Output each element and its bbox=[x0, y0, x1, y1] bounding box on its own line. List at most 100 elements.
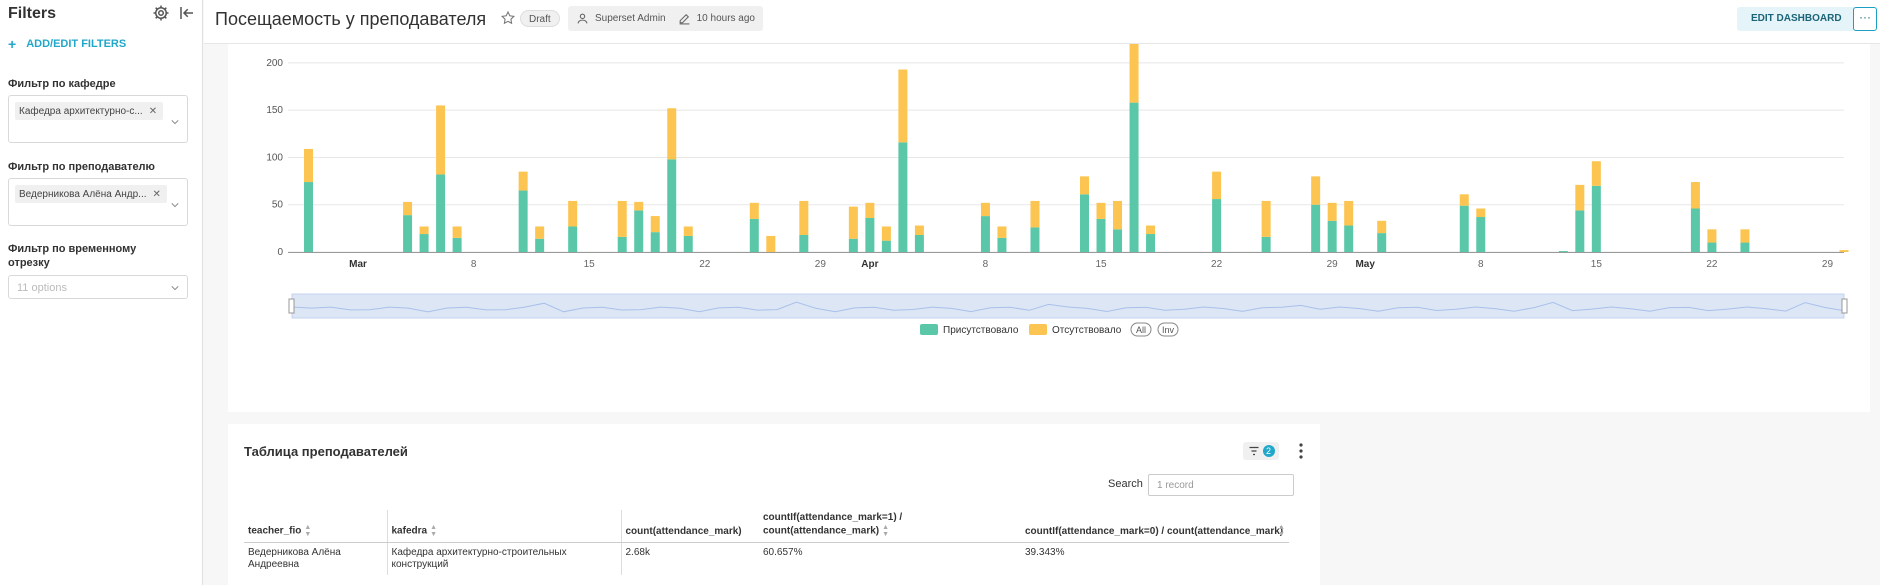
applied-filters-indicator[interactable]: 2 bbox=[1243, 442, 1279, 460]
bar-present bbox=[667, 159, 677, 252]
bar-present bbox=[1377, 233, 1387, 252]
x-tick-label: 29 bbox=[815, 259, 827, 270]
chevron-down-icon bbox=[171, 203, 179, 208]
zoom-handle-right bbox=[1841, 298, 1848, 314]
add-edit-filters-button[interactable]: + ADD/EDIT FILTERS bbox=[8, 36, 126, 52]
more-options-button[interactable]: ··· bbox=[1853, 7, 1877, 31]
x-tick-label: 22 bbox=[699, 259, 711, 270]
x-tick-label: 15 bbox=[1591, 259, 1603, 270]
bar-present bbox=[1261, 236, 1271, 252]
bar-absent bbox=[1261, 200, 1271, 237]
x-tick-label: 15 bbox=[1095, 259, 1107, 270]
sort-icon[interactable]: ▲ ▼ bbox=[304, 524, 311, 538]
filter-period-select[interactable]: 11 options bbox=[8, 275, 188, 299]
x-tick-label: 29 bbox=[1822, 259, 1834, 270]
bar-absent bbox=[650, 216, 660, 233]
search-input[interactable] bbox=[1148, 474, 1294, 496]
sort-icon[interactable]: ▲ ▼ bbox=[430, 524, 437, 538]
x-tick-label: Mar bbox=[349, 259, 367, 270]
x-tick-label: May bbox=[1355, 259, 1375, 270]
data-table: teacher_fio ▲ ▼ kafedra ▲ ▼ count(attendance… bbox=[244, 510, 1289, 575]
bar-present bbox=[634, 210, 644, 252]
bar-absent bbox=[1080, 176, 1090, 195]
search-label: Search bbox=[1108, 478, 1143, 490]
y-tick-label: 200 bbox=[266, 58, 283, 69]
bar-absent bbox=[568, 200, 578, 227]
collapse-sidebar-icon[interactable] bbox=[178, 4, 196, 22]
bar-present bbox=[1707, 242, 1717, 252]
column-header-teacher-fio[interactable]: teacher_fio ▲ ▼ bbox=[244, 510, 387, 543]
bar-absent bbox=[617, 200, 627, 237]
bar-absent bbox=[1344, 200, 1354, 226]
chevron-down-icon bbox=[171, 286, 179, 291]
bar-present bbox=[1591, 185, 1601, 252]
star-icon[interactable] bbox=[500, 10, 516, 26]
zoom-slider-track bbox=[291, 293, 1845, 319]
filter-kafedra-tag-text: Кафедра архитектурно-с... bbox=[19, 105, 143, 117]
teachers-table-panel: Таблица преподавателей 2 Search teacher_… bbox=[228, 424, 1320, 585]
y-tick-label: 50 bbox=[272, 200, 284, 211]
bar-present bbox=[1129, 102, 1139, 252]
column-header-absent-ratio[interactable]: countIf(attendance_mark=0) / count(atten… bbox=[1021, 510, 1289, 543]
bar-present bbox=[865, 217, 875, 252]
bar-absent bbox=[1839, 250, 1849, 252]
edit-dashboard-button[interactable]: EDIT DASHBOARD bbox=[1737, 7, 1856, 31]
column-header-count[interactable]: count(attendance_mark) bbox=[620, 510, 759, 543]
bar-absent bbox=[799, 200, 809, 235]
x-tick-label: 22 bbox=[1211, 259, 1223, 270]
bar-present bbox=[1212, 199, 1222, 252]
x-tick-label: 29 bbox=[1327, 259, 1339, 270]
bar-absent bbox=[667, 108, 677, 160]
bar-present bbox=[848, 238, 858, 252]
owner-name: Superset Admin bbox=[595, 13, 666, 24]
bar-absent bbox=[1591, 161, 1601, 186]
x-tick-label: Apr bbox=[861, 259, 878, 270]
bar-absent bbox=[881, 226, 891, 241]
bar-present bbox=[1558, 251, 1568, 252]
y-tick-label: 150 bbox=[266, 105, 283, 116]
cell-count: 2.68k bbox=[620, 542, 759, 575]
legend-toggle-label: All bbox=[1136, 325, 1146, 335]
bar-present bbox=[650, 232, 660, 252]
bar-present bbox=[1344, 225, 1354, 252]
cell-kafedra: Кафедра архитектурно-строительных констр… bbox=[386, 542, 621, 575]
bar-present bbox=[436, 174, 446, 252]
legend-swatch bbox=[1029, 324, 1047, 335]
vertical-dots-icon[interactable] bbox=[1298, 442, 1304, 460]
column-header-kafedra[interactable]: kafedra ▲ ▼ bbox=[386, 510, 621, 543]
add-edit-filters-label: ADD/EDIT FILTERS bbox=[26, 38, 127, 50]
close-icon[interactable]: ✕ bbox=[153, 189, 161, 200]
legend-label: Присутствовало bbox=[943, 325, 1019, 336]
sort-icon[interactable]: ▲ ▼ bbox=[1278, 524, 1285, 538]
y-tick-label: 0 bbox=[277, 247, 283, 258]
bar-absent bbox=[1690, 182, 1700, 209]
pencil-icon bbox=[679, 13, 689, 25]
bar-present bbox=[568, 226, 578, 252]
sidebar-header: Filters bbox=[8, 3, 193, 25]
close-icon[interactable]: ✕ bbox=[149, 106, 157, 117]
bar-absent bbox=[1096, 202, 1106, 219]
y-tick-label: 100 bbox=[266, 152, 283, 163]
column-header-present-ratio[interactable]: countIf(attendance_mark=1) / count(atten… bbox=[759, 510, 1021, 543]
bar-absent bbox=[1129, 44, 1139, 103]
x-tick-label: 8 bbox=[1478, 259, 1484, 270]
bar-absent bbox=[1212, 171, 1222, 200]
bar-present bbox=[1096, 218, 1106, 252]
bar-absent bbox=[1377, 220, 1387, 234]
gear-icon[interactable] bbox=[152, 4, 170, 22]
sidebar-title: Filters bbox=[8, 5, 57, 22]
dashboard-app: Filters + ADD/EDIT FILTERS Фильтр по каф… bbox=[0, 0, 1880, 585]
dashboard-title[interactable]: Посещаемость у преподавателя bbox=[215, 9, 486, 30]
filter-kafedra-select[interactable]: Кафедра архитектурно-с... ✕ bbox=[8, 95, 188, 143]
legend-swatch bbox=[920, 324, 938, 335]
attendance-chart-panel: 0 50 100 150 200 Mar 8 15 22 29 Apr 8 15 22 29 May 8 15 22… bbox=[228, 44, 1870, 412]
sort-icon[interactable]: ▲ ▼ bbox=[882, 524, 889, 538]
bar-absent bbox=[980, 202, 990, 217]
filter-kafedra-label: Фильтр по кафедре bbox=[8, 78, 116, 90]
bar-absent bbox=[1459, 194, 1469, 206]
bar-absent bbox=[452, 226, 462, 238]
table-title: Таблица преподавателей bbox=[244, 444, 408, 459]
filter-teacher-select[interactable]: Ведерникова Алёна Андр... ✕ bbox=[8, 178, 188, 226]
bar-present bbox=[518, 190, 528, 252]
cell-absent-ratio: 39.343% bbox=[1025, 547, 1065, 558]
